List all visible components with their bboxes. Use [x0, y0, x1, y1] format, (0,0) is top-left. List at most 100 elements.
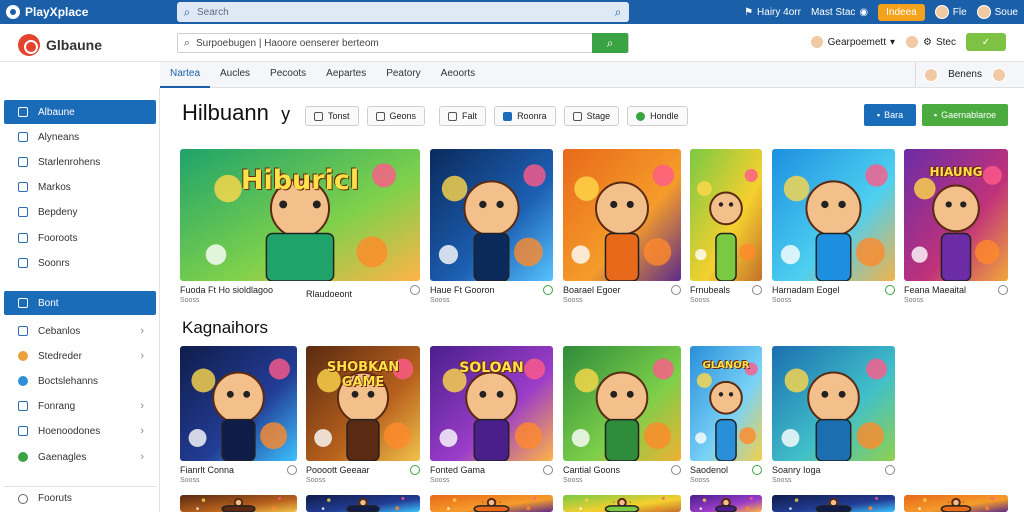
- green-action-button[interactable]: ▪ Gaernablaroe: [922, 104, 1008, 126]
- game-title[interactable]: Boarael Egoer: [563, 285, 621, 295]
- game-thumbnail[interactable]: [690, 149, 762, 281]
- game-title[interactable]: Fonted Gama: [430, 465, 485, 475]
- main-search-input[interactable]: Surpoebugen | Haoore oenserer berteom: [196, 38, 592, 49]
- tab-4[interactable]: Aepartes: [316, 62, 376, 88]
- top-link-2[interactable]: Mast Stac ◉: [811, 7, 868, 18]
- game-thumbnail[interactable]: [180, 495, 297, 512]
- game-thumbnail[interactable]: [772, 346, 895, 461]
- game-thumbnail[interactable]: [904, 495, 1008, 512]
- sidebar-item-5[interactable]: Bepdeny: [4, 200, 156, 224]
- game-thumbnail[interactable]: [772, 495, 895, 512]
- top-orange-button[interactable]: Indeea: [878, 3, 925, 21]
- home-icon: [18, 298, 28, 308]
- game-thumbnail[interactable]: [563, 495, 681, 512]
- tab-5[interactable]: Peatory: [376, 62, 430, 88]
- top-search-bar[interactable]: ⌕ Search ⌕: [177, 2, 629, 22]
- game-card[interactable]: Soanry Ioga Sooss: [772, 346, 895, 484]
- game-thumbnail[interactable]: [430, 149, 553, 281]
- top-bar: PlayXplace ⌕ Search ⌕ ⚑ Hairy 4orr Mast S…: [0, 0, 1024, 24]
- sidebar-item-11[interactable]: Fonrang ›: [4, 394, 156, 418]
- game-title[interactable]: Fuoda Ft Ho sioldlagoo: [180, 285, 273, 295]
- tab-1[interactable]: Nartea: [160, 62, 211, 88]
- sidebar-item-7[interactable]: Soonrs: [4, 251, 156, 275]
- top-link-4[interactable]: Soue: [976, 5, 1018, 19]
- brand[interactable]: PlayXplace: [0, 5, 170, 19]
- game-card[interactable]: Cantial Goons Sooss: [563, 346, 681, 484]
- game-title[interactable]: Poooott Geeaar: [306, 465, 370, 475]
- tab-6[interactable]: Aeoorts: [431, 62, 485, 88]
- filter-chip-6[interactable]: Hondle: [627, 106, 688, 126]
- game-title[interactable]: Feana Maeaital: [904, 285, 966, 295]
- main-search-bar[interactable]: ⌕ Surpoebugen | Haoore oenserer berteom …: [177, 33, 629, 53]
- game-title[interactable]: Frnubeals: [690, 285, 730, 295]
- game-card[interactable]: [180, 495, 297, 512]
- sidebar-item-10[interactable]: Boctslehanns: [4, 369, 156, 393]
- game-title[interactable]: Saodenol: [690, 465, 728, 475]
- game-card[interactable]: [690, 495, 762, 512]
- top-link-3[interactable]: Fle: [934, 5, 967, 19]
- filter-chip-5[interactable]: Stage: [563, 106, 620, 126]
- top-search-input[interactable]: Search: [197, 7, 607, 18]
- sidebar-item-6[interactable]: Fooroots: [4, 226, 156, 250]
- game-thumbnail[interactable]: [690, 495, 762, 512]
- game-title-secondary[interactable]: Rlaudoeont: [306, 289, 352, 299]
- game-thumbnail[interactable]: [430, 495, 553, 512]
- game-card[interactable]: SHOBKAN GAME Poooott Geeaar Sooss: [306, 346, 420, 484]
- sidebar-item-3[interactable]: Starlenrohens: [4, 150, 156, 174]
- game-card[interactable]: [306, 495, 420, 512]
- game-card[interactable]: Fianrlt Conna Sooss: [180, 346, 297, 484]
- site-logo[interactable]: Glbaune: [18, 34, 102, 56]
- game-card[interactable]: Hiburicl Fuoda Ft Ho sioldlagoo Sooss: [180, 149, 420, 304]
- sidebar-item-12[interactable]: Hoenoodones ›: [4, 419, 156, 443]
- sidebar-section-header[interactable]: Bont: [4, 291, 156, 315]
- sidebar-item-4[interactable]: Markos: [4, 175, 156, 199]
- game-card[interactable]: Haue Ft Gooron Sooss: [430, 149, 553, 304]
- sidebar-item-1[interactable]: Albaune: [4, 100, 156, 124]
- game-thumbnail[interactable]: [772, 149, 895, 281]
- game-card[interactable]: [563, 495, 681, 512]
- filter-chip-3[interactable]: Falt: [439, 106, 487, 126]
- game-thumbnail[interactable]: [563, 346, 681, 461]
- account-menu[interactable]: Gearpoemett ▾: [809, 35, 895, 49]
- nav-right-label[interactable]: Benens: [948, 69, 982, 80]
- green-toggle-button[interactable]: ✓: [966, 33, 1006, 51]
- search-button[interactable]: ⌕: [592, 33, 628, 53]
- stec-link[interactable]: ⚙ Stec: [905, 35, 956, 49]
- game-thumbnail[interactable]: HIAUNG: [904, 149, 1008, 281]
- game-thumbnail[interactable]: SOLOAN: [430, 346, 553, 461]
- game-card[interactable]: GLANOR Saodenol Sooss: [690, 346, 762, 484]
- game-title[interactable]: Harnadam Eogel: [772, 285, 840, 295]
- game-card[interactable]: Frnubeals Sooss: [690, 149, 762, 304]
- game-title[interactable]: Cantial Goons: [563, 465, 620, 475]
- game-title[interactable]: Soanry Ioga: [772, 465, 821, 475]
- game-card[interactable]: Harnadam Eogel Sooss: [772, 149, 895, 304]
- sidebar-item-8[interactable]: Cebanlos ›: [4, 319, 156, 343]
- game-thumbnail[interactable]: Hiburicl: [180, 149, 420, 281]
- game-title[interactable]: Haue Ft Gooron: [430, 285, 495, 295]
- blue-action-button[interactable]: ▪ Bara: [864, 104, 916, 126]
- game-thumbnail[interactable]: SHOBKAN GAME: [306, 346, 420, 461]
- game-thumbnail[interactable]: [563, 149, 681, 281]
- sidebar-item-13[interactable]: Gaenagles ›: [4, 445, 156, 469]
- nav-user-avatar[interactable]: [992, 67, 1006, 82]
- filter-chip-2[interactable]: Geons: [366, 106, 426, 126]
- filter-chip-4[interactable]: Roonra: [494, 106, 556, 126]
- game-thumbnail[interactable]: GLANOR: [690, 346, 762, 461]
- game-card[interactable]: Boarael Egoer Sooss: [563, 149, 681, 304]
- game-thumbnail[interactable]: [180, 346, 297, 461]
- game-card[interactable]: [772, 495, 895, 512]
- sidebar-footer[interactable]: Fooruts: [4, 486, 156, 510]
- sidebar-item-2[interactable]: Alyneans: [4, 125, 156, 149]
- game-title[interactable]: Fianrlt Conna: [180, 465, 234, 475]
- search-submit-icon[interactable]: ⌕: [607, 2, 629, 22]
- game-card[interactable]: SOLOAN Fonted Gama Sooss: [430, 346, 553, 484]
- filter-chip-1[interactable]: Tonst: [305, 106, 359, 126]
- tab-3[interactable]: Pecoots: [260, 62, 316, 88]
- top-link-1[interactable]: ⚑ Hairy 4orr: [744, 7, 801, 18]
- game-card[interactable]: [430, 495, 553, 512]
- tab-2[interactable]: Aucles: [210, 62, 260, 88]
- game-card[interactable]: [904, 495, 1008, 512]
- game-card[interactable]: HIAUNG Feana Maeaital Sooss: [904, 149, 1008, 304]
- game-thumbnail[interactable]: [306, 495, 420, 512]
- sidebar-item-9[interactable]: Stedreder ›: [4, 344, 156, 368]
